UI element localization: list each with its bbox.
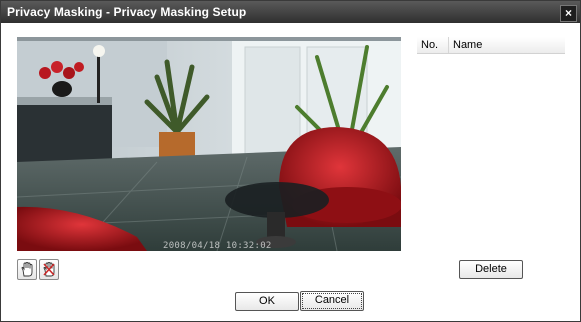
mask-list-header: No. Name (417, 37, 565, 54)
cancel-button[interactable]: Cancel (300, 291, 364, 311)
privacy-masking-dialog: Privacy Masking - Privacy Masking Setup … (0, 0, 581, 322)
mask-list-table[interactable]: No. Name (417, 37, 565, 54)
close-icon: × (564, 6, 572, 20)
ok-button[interactable]: OK (235, 292, 299, 311)
dialog-title: Privacy Masking - Privacy Masking Setup (7, 5, 247, 19)
hand-remove-icon (43, 262, 55, 277)
camera-preview[interactable]: 2008/04/18 10:32:02 (17, 37, 401, 251)
column-header-no[interactable]: No. (417, 37, 449, 53)
draw-mask-button[interactable] (17, 259, 37, 280)
camera-scene-image (17, 37, 401, 251)
title-bar[interactable]: Privacy Masking - Privacy Masking Setup … (1, 1, 580, 23)
remove-mask-button[interactable] (39, 259, 59, 280)
delete-button[interactable]: Delete (459, 260, 523, 279)
column-header-name[interactable]: Name (449, 37, 482, 53)
hand-icon (21, 262, 33, 277)
video-timestamp: 2008/04/18 10:32:02 (163, 241, 272, 251)
close-button[interactable]: × (560, 5, 577, 22)
